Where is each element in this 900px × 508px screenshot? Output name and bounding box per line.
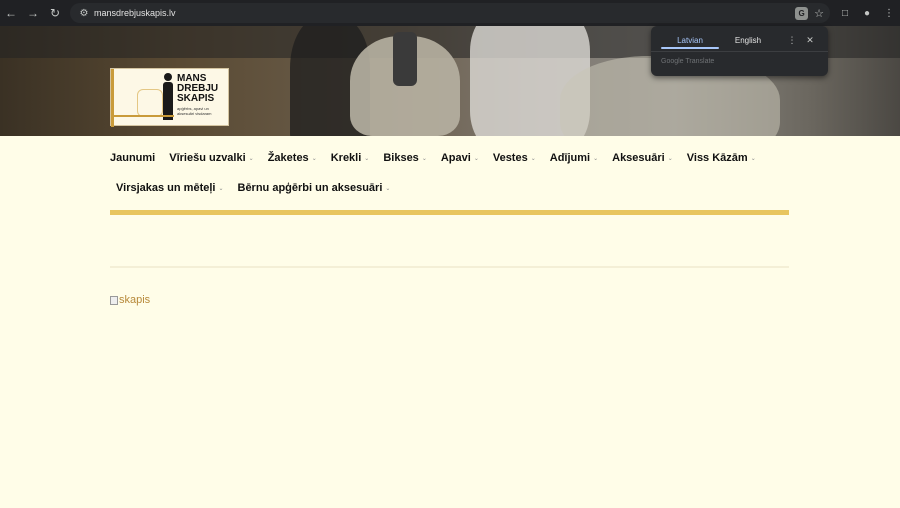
forward-arrow-icon[interactable]: → bbox=[22, 0, 44, 26]
logo-underline bbox=[114, 115, 174, 117]
site-info-icon[interactable]: ⚙ bbox=[74, 3, 94, 23]
translate-divider bbox=[651, 51, 828, 52]
content-divider bbox=[110, 266, 789, 268]
translate-tab-english[interactable]: English bbox=[719, 32, 777, 48]
nav-label: Jaunumi bbox=[110, 152, 156, 164]
nav-label: Viss Kāzām bbox=[686, 152, 748, 164]
chevron-down-icon: ⌄ bbox=[593, 155, 599, 162]
nav-item-apavi[interactable]: Apavi ⌄ bbox=[441, 152, 479, 164]
nav-item-virsjakas[interactable]: Virsjakas un mēteļi ⌄ bbox=[116, 182, 224, 194]
main-nav-row-1: Jaunumi Vīriešu uzvalki ⌄ Žaketes ⌄ Krekli… bbox=[110, 150, 770, 166]
nav-label: Krekli bbox=[330, 152, 362, 164]
chevron-down-icon: ⌄ bbox=[385, 185, 391, 192]
url-text[interactable]: mansdrebjuskapis.lv bbox=[94, 8, 176, 18]
translate-active-indicator bbox=[661, 47, 719, 49]
more-menu-icon[interactable]: ⋮ bbox=[878, 0, 900, 26]
logo-accent-bar bbox=[111, 69, 114, 127]
nav-item-viriesu-uzvalki[interactable]: Vīriešu uzvalki ⌄ bbox=[169, 152, 253, 164]
main-nav-row-2: Virsjakas un mēteļi ⌄ Bērnu apģērbi un ak… bbox=[116, 180, 404, 196]
nav-item-aksesuari[interactable]: Aksesuāri ⌄ bbox=[612, 152, 673, 164]
nav-item-viss-kazam[interactable]: Viss Kāzām ⌄ bbox=[687, 152, 756, 164]
nav-item-adijumi[interactable]: Adījumi ⌄ bbox=[550, 152, 598, 164]
translate-close-icon[interactable]: ✕ bbox=[803, 32, 817, 48]
nav-item-bikses[interactable]: Bikses ⌄ bbox=[383, 152, 427, 164]
chevron-down-icon: ⌄ bbox=[364, 155, 370, 162]
chevron-down-icon: ⌄ bbox=[311, 155, 317, 162]
chevron-down-icon: ⌄ bbox=[218, 185, 224, 192]
nav-item-jaunumi[interactable]: Jaunumi bbox=[110, 152, 155, 164]
chevron-down-icon: ⌄ bbox=[530, 155, 536, 162]
profile-icon[interactable]: ● bbox=[856, 0, 878, 26]
nav-item-vestes[interactable]: Vestes ⌄ bbox=[493, 152, 536, 164]
address-bar[interactable]: ⚙ mansdrebjuskapis.lv G ☆ bbox=[70, 3, 830, 23]
nav-label: Vīriešu uzvalki bbox=[169, 152, 246, 164]
chevron-down-icon: ⌄ bbox=[473, 155, 479, 162]
chevron-down-icon: ⌄ bbox=[248, 155, 254, 162]
translate-icon[interactable]: G bbox=[795, 6, 809, 20]
nav-label: Žaketes bbox=[267, 152, 309, 164]
nav-label: Vestes bbox=[492, 152, 528, 164]
site-logo[interactable]: MANS DREBJU SKAPIS apģērbs, apavi un aks… bbox=[110, 68, 229, 127]
nav-label: Virsjakas un mēteļi bbox=[116, 182, 216, 194]
broken-image-skapis: skapis bbox=[110, 294, 150, 306]
image-alt-text: skapis bbox=[119, 294, 151, 306]
nav-divider-gold bbox=[110, 210, 789, 215]
logo-hexagon-icon bbox=[137, 89, 163, 117]
chevron-down-icon: ⌄ bbox=[667, 155, 673, 162]
translate-popup: Latvian English ⋮ ✕ Google Translate bbox=[651, 26, 828, 76]
nav-item-krekli[interactable]: Krekli ⌄ bbox=[331, 152, 370, 164]
nav-label: Bikses bbox=[383, 152, 419, 164]
chevron-down-icon: ⌄ bbox=[750, 155, 756, 162]
translate-options-icon[interactable]: ⋮ bbox=[785, 32, 799, 48]
translate-brand-label: Google Translate bbox=[661, 58, 715, 65]
hero-brooch-shape bbox=[393, 32, 417, 86]
translate-tab-latvian[interactable]: Latvian bbox=[661, 32, 719, 48]
logo-text-line3: SKAPIS bbox=[177, 93, 215, 104]
logo-tagline: apģērbs, apavi un aksesuāri visdaram bbox=[177, 106, 212, 116]
nav-item-zaketes[interactable]: Žaketes ⌄ bbox=[268, 152, 317, 164]
nav-label: Bērnu apģērbi un aksesuāri bbox=[237, 182, 383, 194]
nav-label: Aksesuāri bbox=[612, 152, 665, 164]
chevron-down-icon: ⌄ bbox=[421, 155, 427, 162]
reload-icon[interactable]: ↻ bbox=[44, 0, 66, 26]
nav-item-bernu-apgerbi[interactable]: Bērnu apģērbi un aksesuāri ⌄ bbox=[238, 182, 391, 194]
back-arrow-icon[interactable]: ← bbox=[0, 0, 22, 26]
nav-label: Apavi bbox=[440, 152, 471, 164]
bookmark-star-icon[interactable]: ☆ bbox=[814, 7, 824, 20]
broken-image-icon bbox=[110, 295, 118, 305]
nav-label: Adījumi bbox=[549, 152, 591, 164]
extensions-icon[interactable]: □ bbox=[834, 0, 856, 26]
browser-toolbar: ← → ↻ ⚙ mansdrebjuskapis.lv G ☆ □ ● ⋮ bbox=[0, 0, 900, 26]
logo-person-icon bbox=[163, 73, 173, 121]
